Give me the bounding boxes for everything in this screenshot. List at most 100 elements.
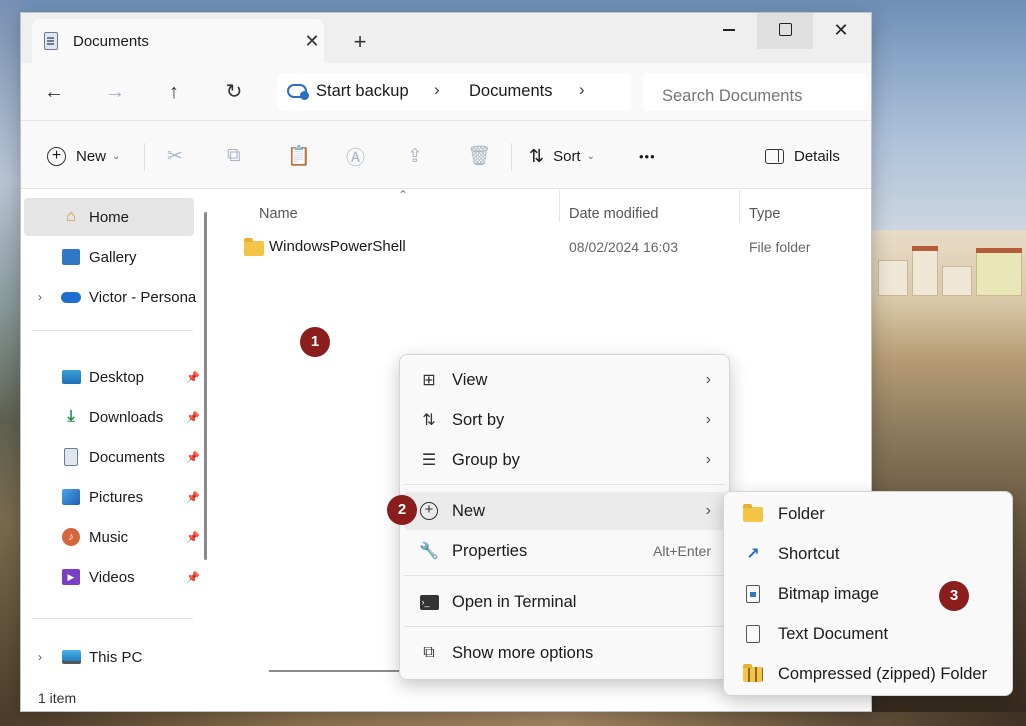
- menu-item-label: Properties: [452, 541, 528, 560]
- new-tab-button[interactable]: +: [347, 29, 373, 55]
- expand-chevron-icon[interactable]: ›: [38, 650, 42, 664]
- submenu-item-shortcut[interactable]: ↗ Shortcut: [728, 535, 1008, 573]
- sidebar-item-label: Pictures: [89, 488, 144, 506]
- minimize-button[interactable]: [701, 13, 757, 49]
- grid-view-icon: ⊞: [422, 372, 436, 389]
- sidebar-item-label: Downloads: [89, 408, 164, 426]
- file-type: File folder: [749, 239, 811, 255]
- menu-item-properties[interactable]: 🔧 Properties Alt+Enter: [404, 532, 725, 570]
- title-bar: Documents ✕ + ✕: [21, 13, 871, 63]
- breadcrumb-documents[interactable]: Documents: [469, 82, 552, 101]
- navigation-bar: ← → ↑ ↻ Start backup › Documents ›: [21, 63, 871, 121]
- menu-separator: [404, 575, 725, 576]
- up-button[interactable]: ↑: [159, 77, 189, 107]
- address-bar[interactable]: Start backup › Documents ›: [277, 73, 631, 111]
- new-button[interactable]: + New ⌄: [47, 145, 120, 167]
- computer-monitor-icon: [61, 647, 81, 667]
- refresh-button[interactable]: ↻: [219, 77, 249, 107]
- pin-icon: 📌: [186, 531, 200, 544]
- menu-item-group-by[interactable]: ☰ Group by ›: [404, 441, 725, 479]
- expand-chevron-icon[interactable]: ›: [38, 290, 42, 304]
- tab-documents[interactable]: Documents ✕: [32, 19, 324, 63]
- sidebar-item-this-pc[interactable]: › This PC: [24, 638, 194, 676]
- menu-item-label: Shortcut: [778, 544, 840, 563]
- column-header-name[interactable]: Name: [259, 206, 298, 222]
- copy-icon[interactable]: ⧉: [227, 145, 241, 167]
- group-list-icon: ☰: [421, 452, 437, 469]
- menu-item-sort-by[interactable]: ⇅ Sort by ›: [404, 401, 725, 439]
- sidebar-scrollbar[interactable]: [204, 212, 207, 560]
- chevron-right-icon: ›: [705, 371, 711, 388]
- more-options-button[interactable]: •••: [639, 145, 656, 167]
- column-separator[interactable]: [559, 190, 560, 222]
- terminal-icon: ›_: [418, 591, 440, 613]
- sidebar-item-gallery[interactable]: Gallery: [24, 238, 194, 276]
- menu-item-label: Text Document: [778, 624, 889, 643]
- separator: [511, 143, 512, 171]
- sort-ascending-icon: ⌃: [398, 188, 409, 202]
- sidebar-item-downloads[interactable]: ⤓ Downloads 📌: [24, 398, 200, 436]
- sidebar-item-pictures[interactable]: Pictures 📌: [24, 478, 200, 516]
- menu-item-new[interactable]: + New ›: [404, 492, 725, 530]
- forward-button[interactable]: →: [100, 77, 130, 107]
- menu-item-label: View: [452, 370, 488, 389]
- separator: [144, 143, 145, 171]
- sidebar-item-label: Victor - Persona: [89, 288, 197, 306]
- column-header-date-modified[interactable]: Date modified: [569, 206, 658, 222]
- command-bar: + New ⌄ ✂ ⧉ 📋 Ⓐ ⇪ 🗑 ⇅ Sort ⌄ ••• Details: [21, 121, 871, 189]
- cut-icon[interactable]: ✂: [167, 145, 183, 167]
- table-row[interactable]: WindowsPowerShell 08/02/2024 16:03 File …: [241, 236, 861, 262]
- sidebar-item-label: Home: [89, 208, 130, 226]
- tab-title: Documents: [73, 32, 149, 50]
- rename-icon[interactable]: Ⓐ: [346, 145, 365, 169]
- submenu-item-text-document[interactable]: Text Document: [728, 615, 1008, 653]
- music-icon: ♪: [61, 527, 81, 547]
- search-input[interactable]: [643, 73, 867, 111]
- onedrive-cloud-icon: [61, 287, 81, 307]
- close-tab-icon[interactable]: ✕: [300, 29, 324, 53]
- breadcrumb-start-backup[interactable]: Start backup: [316, 82, 409, 101]
- menu-item-show-more-options[interactable]: ⧉ Show more options: [404, 634, 725, 672]
- sort-arrows-icon: ⇅: [529, 145, 545, 166]
- paste-icon[interactable]: 📋: [287, 145, 311, 167]
- sidebar-item-label: Videos: [89, 568, 135, 586]
- menu-item-label: Group by: [452, 450, 520, 469]
- sidebar-item-videos[interactable]: ▶ Videos 📌: [24, 558, 200, 596]
- maximize-button[interactable]: [757, 13, 813, 49]
- step-badge-3: 3: [939, 581, 969, 611]
- submenu-item-compressed-folder[interactable]: Compressed (zipped) Folder: [728, 655, 1008, 693]
- sidebar-item-home[interactable]: ⌂ Home: [24, 198, 194, 236]
- menu-item-shortcut: Alt+Enter: [653, 543, 711, 559]
- breadcrumb-chevron-icon[interactable]: ›: [434, 80, 440, 100]
- bitmap-file-icon: [742, 583, 764, 605]
- menu-item-view[interactable]: ⊞ View ›: [404, 361, 725, 399]
- navigation-pane: ⌂ Home Gallery › Victor - Persona Deskto…: [21, 190, 217, 685]
- home-icon: ⌂: [66, 208, 76, 225]
- breadcrumb-chevron-icon[interactable]: ›: [579, 80, 585, 100]
- download-arrow-icon: ⤓: [67, 408, 75, 425]
- sidebar-item-desktop[interactable]: Desktop 📌: [24, 358, 200, 396]
- delete-icon[interactable]: 🗑: [467, 145, 491, 167]
- details-button[interactable]: Details: [765, 145, 840, 167]
- sidebar-item-onedrive[interactable]: › Victor - Persona: [24, 278, 216, 316]
- column-header-type[interactable]: Type: [749, 206, 780, 222]
- share-icon[interactable]: ⇪: [407, 145, 423, 167]
- sidebar-item-label: Documents: [89, 448, 165, 466]
- menu-separator: [404, 484, 725, 485]
- sidebar-item-documents[interactable]: Documents 📌: [24, 438, 200, 476]
- new-submenu: Folder ↗ Shortcut Bitmap image Text Docu…: [723, 491, 1013, 696]
- menu-separator: [404, 626, 725, 627]
- close-window-button[interactable]: ✕: [813, 13, 869, 49]
- folder-icon: [742, 503, 764, 525]
- column-separator[interactable]: [739, 190, 740, 222]
- documents-icon: [44, 32, 58, 50]
- sort-button[interactable]: ⇅ Sort ⌄: [529, 145, 595, 167]
- back-button[interactable]: ←: [39, 77, 69, 107]
- minimize-icon: [723, 29, 735, 31]
- submenu-item-folder[interactable]: Folder: [728, 495, 1008, 533]
- sidebar-item-music[interactable]: ♪ Music 📌: [24, 518, 200, 556]
- menu-item-label: Compressed (zipped) Folder: [778, 664, 988, 683]
- menu-item-open-in-terminal[interactable]: ›_ Open in Terminal: [404, 583, 725, 621]
- pin-icon: 📌: [186, 451, 200, 464]
- external-open-icon: ⧉: [423, 644, 435, 661]
